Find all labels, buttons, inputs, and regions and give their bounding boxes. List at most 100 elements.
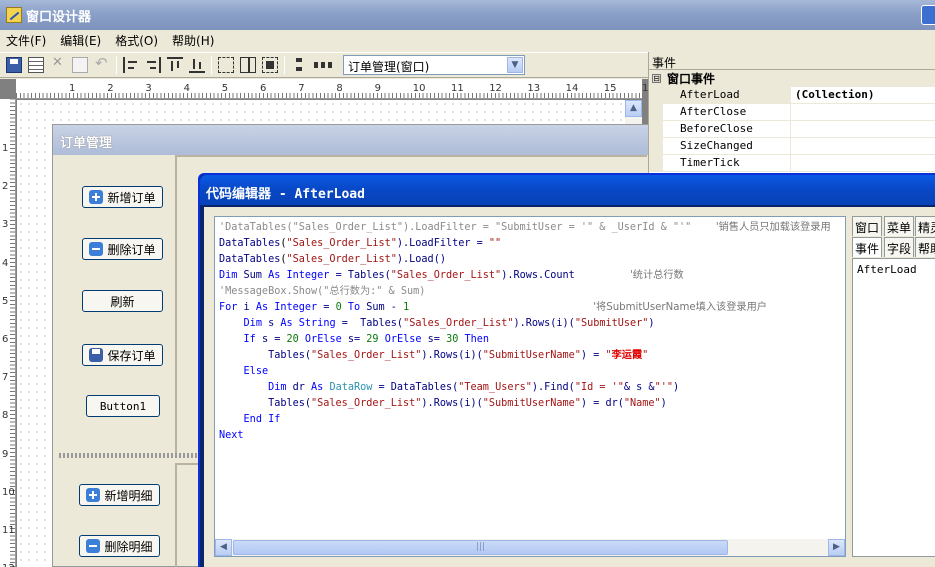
copy-icon[interactable]	[72, 57, 88, 73]
code-editor-side-panel: 窗口 菜单 精灵 事件 字段 帮助 AfterLoad	[852, 216, 935, 557]
code-token: s =	[255, 334, 287, 345]
tab-wizard[interactable]: 精灵	[915, 216, 935, 236]
form-title: 订单管理	[53, 125, 651, 155]
add-detail-label: 新增明细	[104, 488, 153, 503]
code-token: ) = dr(	[580, 398, 624, 409]
code-token: For	[219, 302, 238, 313]
tab-events[interactable]: 事件	[852, 237, 883, 257]
property-value[interactable]	[791, 104, 795, 120]
scroll-thumb[interactable]: |||	[233, 540, 728, 555]
add-order-button[interactable]: 新增订单	[82, 186, 163, 208]
code-line: Dim Sum As Integer = Tables("Sales_Order…	[219, 268, 845, 284]
code-token: Integer	[286, 270, 330, 281]
property-name: AfterClose	[649, 104, 791, 120]
code-token: ).Rows.Count	[501, 270, 630, 281]
add-icon	[89, 190, 104, 204]
property-row[interactable]: SizeChanged	[649, 138, 935, 155]
menu-format[interactable]: 格式(O)	[115, 32, 158, 49]
same-size-icon[interactable]	[262, 57, 278, 73]
code-token: dr	[286, 382, 312, 393]
align-right-icon[interactable]	[145, 57, 161, 73]
code-editor-title: 代码编辑器 - AfterLoad	[200, 175, 935, 205]
ruler-tick-label: 13	[527, 83, 541, 94]
property-name: AfterLoad	[649, 87, 791, 103]
property-row[interactable]: BeforeClose	[649, 121, 935, 138]
event-category[interactable]: ⊟ 窗口事件	[649, 70, 935, 87]
code-token: "Sales_Order_List"	[390, 270, 502, 281]
code-textarea[interactable]: 'DataTables("Sales_Order_List").LoadFilt…	[214, 216, 846, 557]
property-value[interactable]	[791, 138, 795, 154]
tab-menu[interactable]: 菜单	[884, 216, 915, 236]
code-token: "Name"	[623, 398, 661, 409]
window-titlebar[interactable]: 窗口设计器	[0, 0, 935, 30]
code-token: ).Load()	[396, 254, 446, 265]
tab-help[interactable]: 帮助	[915, 237, 935, 257]
code-token: s=	[341, 334, 367, 345]
scroll-up-icon[interactable]: ▲	[625, 100, 642, 117]
code-line: Dim dr As DataRow = DataTables("Team_Use…	[219, 380, 845, 396]
tab-order-icon[interactable]	[28, 57, 44, 73]
code-token: "	[642, 350, 649, 361]
vertical-ruler: 123456789101112	[0, 99, 16, 567]
event-category-label: 窗口事件	[667, 72, 716, 86]
delete-order-button[interactable]: 删除订单	[82, 238, 163, 260]
same-width-icon[interactable]	[218, 57, 234, 73]
property-value[interactable]	[791, 155, 795, 171]
menu-edit[interactable]: 编辑(E)	[60, 32, 101, 49]
code-token: String	[298, 318, 336, 329]
code-token: OrElse	[304, 334, 342, 345]
undo-icon[interactable]	[94, 54, 110, 73]
code-token: Then	[464, 334, 490, 345]
align-bottom-icon[interactable]	[189, 57, 205, 73]
property-row[interactable]: TimerTick	[649, 155, 935, 172]
ruler-tick-label: 4	[183, 83, 190, 94]
button1[interactable]: Button1	[86, 395, 160, 417]
code-token: End If	[243, 414, 281, 425]
window-control-button[interactable]	[921, 5, 935, 25]
ruler-tick-label: 15	[603, 83, 617, 94]
toolbar: 订单管理(窗口) ▼	[0, 52, 648, 78]
scroll-left-icon[interactable]: ◀	[215, 539, 232, 556]
chevron-down-icon[interactable]: ▼	[507, 57, 523, 73]
code-horizontal-scrollbar[interactable]: ◀ ||| ▶	[215, 539, 845, 556]
cut-icon[interactable]	[50, 55, 66, 73]
ruler-tick-label: 7	[298, 83, 305, 94]
code-token: '将SubmitUserName填入该登录用户	[593, 302, 767, 313]
tab-window[interactable]: 窗口	[852, 216, 883, 236]
same-height-icon[interactable]	[240, 57, 256, 73]
align-left-icon[interactable]	[123, 57, 139, 73]
code-token: Dim	[243, 318, 262, 329]
menu-file[interactable]: 文件(F)	[6, 32, 46, 49]
add-icon	[86, 488, 101, 502]
property-value[interactable]: (Collection)	[791, 87, 874, 103]
code-token: s=	[421, 334, 447, 345]
vertical-spacing-icon[interactable]	[291, 57, 307, 73]
code-token: As	[311, 382, 324, 393]
panel-divider	[175, 155, 177, 453]
code-token: i	[237, 302, 256, 313]
align-top-icon[interactable]	[167, 57, 183, 73]
code-token: "Sales_Order_List"	[403, 318, 514, 329]
event-list-item[interactable]: AfterLoad	[857, 263, 935, 276]
property-panel: 事件 ⊟ 窗口事件 AfterLoad (Collection) AfterClos…	[648, 52, 935, 182]
ruler-tick-label: 14	[565, 83, 579, 94]
delete-detail-button[interactable]: 删除明细	[79, 535, 160, 557]
add-detail-button[interactable]: 新增明细	[79, 484, 160, 506]
property-row[interactable]: AfterLoad (Collection)	[649, 87, 935, 104]
menu-help[interactable]: 帮助(H)	[172, 32, 214, 49]
property-value[interactable]	[791, 121, 795, 137]
code-token: ""	[488, 238, 502, 249]
form-select-dropdown[interactable]: 订单管理(窗口) ▼	[343, 55, 525, 75]
collapse-icon[interactable]: ⊟	[652, 74, 661, 83]
tab-fields[interactable]: 字段	[884, 237, 915, 257]
event-list: AfterLoad	[852, 258, 935, 557]
ruler-tick-label: 1	[2, 143, 9, 154]
save-order-button[interactable]: 保存订单	[82, 344, 163, 366]
code-editor-dialog[interactable]: 代码编辑器 - AfterLoad 'DataTables("Sales_Ord…	[198, 173, 935, 567]
horizontal-spacing-icon[interactable]	[313, 57, 333, 73]
save-icon[interactable]	[6, 57, 22, 73]
refresh-button[interactable]: 刷新	[82, 290, 163, 312]
code-line: Tables("Sales_Order_List").Rows(i)("Subm…	[219, 348, 845, 364]
scroll-right-icon[interactable]: ▶	[828, 539, 845, 556]
property-row[interactable]: AfterClose	[649, 104, 935, 121]
